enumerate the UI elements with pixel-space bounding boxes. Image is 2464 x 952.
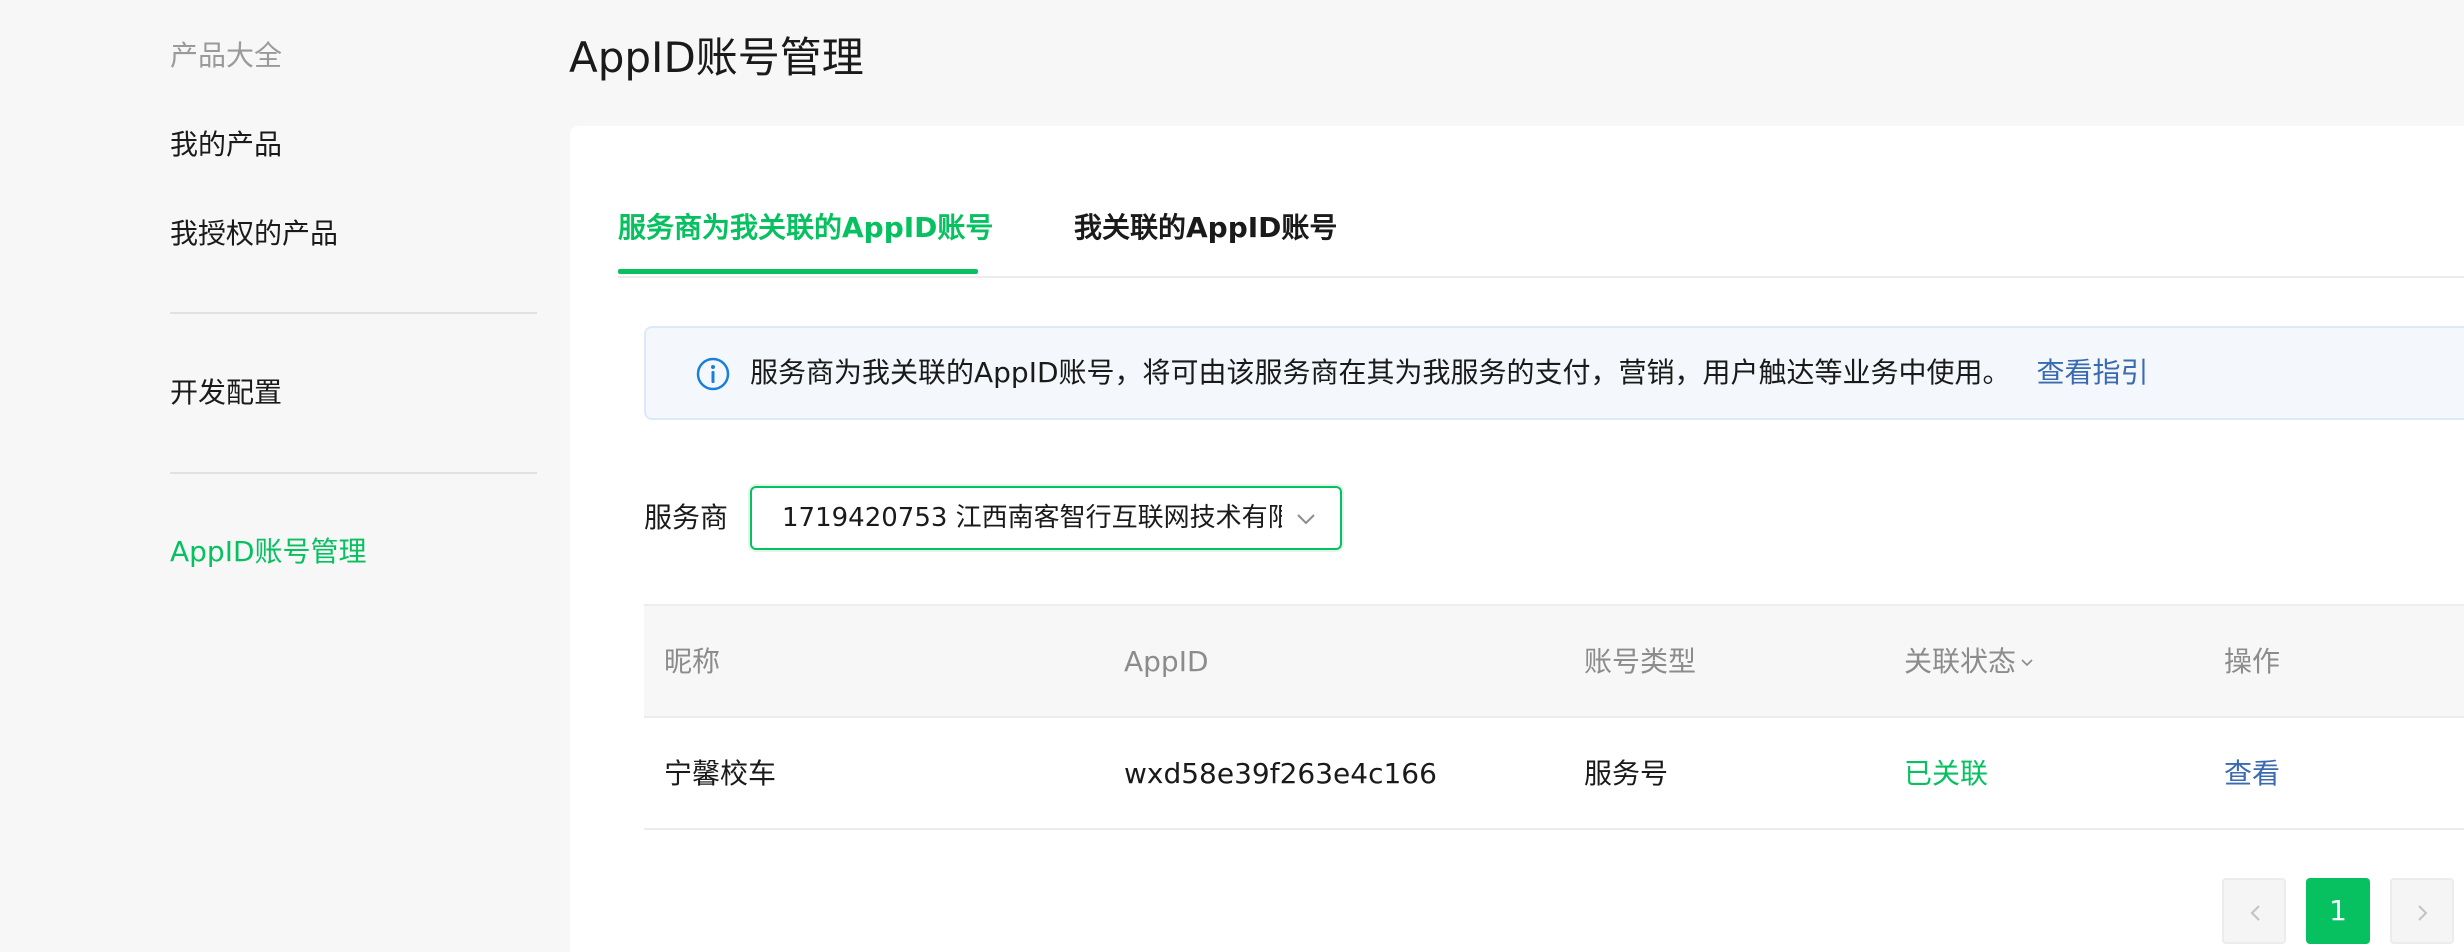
column-header-nickname: 昵称	[664, 645, 721, 678]
info-notice: 服务商为我关联的AppID账号，将可由该服务商在其为我服务的支付，营销，用户触达…	[644, 326, 2464, 420]
view-link[interactable]: 查看	[2224, 754, 2280, 794]
cell-appid: wxd58e39f263e4c166	[1124, 757, 1437, 790]
page-title: AppID账号管理	[569, 33, 864, 82]
column-header-actions: 操作	[2224, 645, 2281, 678]
active-tab-indicator	[618, 269, 978, 274]
notice-text-wrap: 服务商为我关联的AppID账号，将可由该服务商在其为我服务的支付，营销，用户触达…	[750, 353, 2149, 393]
provider-select[interactable]: 1719420753 江西南客智行互联网技术有限	[750, 486, 1342, 550]
main-card: 服务商为我关联的AppID账号 我关联的AppID账号 服务商为我关联的AppI…	[570, 126, 2464, 952]
sidebar-item-appid-management[interactable]: AppID账号管理	[170, 532, 367, 572]
info-icon	[696, 357, 730, 391]
page-number-button[interactable]: 1	[2306, 878, 2370, 944]
column-header-account-type: 账号类型	[1584, 645, 1697, 678]
tab-provider-linked-appids[interactable]: 服务商为我关联的AppID账号	[618, 208, 993, 248]
column-header-appid: AppID	[1124, 645, 1209, 678]
provider-select-value: 1719420753 江西南客智行互联网技术有限	[782, 503, 1282, 533]
cell-nickname: 宁馨校车	[664, 757, 777, 790]
cell-link-status: 已关联	[1904, 757, 1989, 790]
sidebar-divider	[170, 312, 537, 314]
sidebar-section-title[interactable]: 产品大全	[170, 36, 282, 76]
column-header-link-status[interactable]: 关联状态	[1904, 642, 2034, 682]
sidebar-nav: 产品大全 我的产品 我授权的产品 开发配置 AppID账号管理	[0, 0, 560, 952]
sidebar-item-dev-config[interactable]: 开发配置	[170, 373, 282, 413]
chevron-down-icon	[1297, 514, 1315, 525]
cell-account-type: 服务号	[1584, 757, 1669, 790]
view-guide-link[interactable]: 查看指引	[2037, 356, 2149, 389]
link-status-header-label: 关联状态	[1904, 645, 2017, 678]
chevron-left-icon	[2250, 905, 2260, 921]
provider-filter-label: 服务商	[644, 501, 729, 534]
sidebar-item-authorized-products[interactable]: 我授权的产品	[170, 214, 338, 254]
tab-bar: 服务商为我关联的AppID账号 我关联的AppID账号	[618, 126, 2464, 278]
table-header-row: 昵称 AppID 账号类型 关联状态 操作	[644, 604, 2464, 718]
table-row: 宁馨校车 wxd58e39f263e4c166 服务号 已关联 查看	[644, 718, 2464, 830]
filter-chevron-icon	[2021, 659, 2033, 667]
appid-table: 昵称 AppID 账号类型 关联状态 操作 宁馨校车 wxd58e39f263e…	[644, 604, 2464, 830]
sidebar-item-my-products[interactable]: 我的产品	[170, 125, 282, 165]
notice-message: 服务商为我关联的AppID账号，将可由该服务商在其为我服务的支付，营销，用户触达…	[750, 356, 2011, 389]
prev-page-button[interactable]	[2222, 878, 2286, 944]
next-page-button[interactable]	[2390, 878, 2454, 944]
tab-my-linked-appids[interactable]: 我关联的AppID账号	[1074, 208, 1337, 248]
sidebar-divider	[170, 472, 537, 474]
chevron-right-icon	[2418, 905, 2428, 921]
